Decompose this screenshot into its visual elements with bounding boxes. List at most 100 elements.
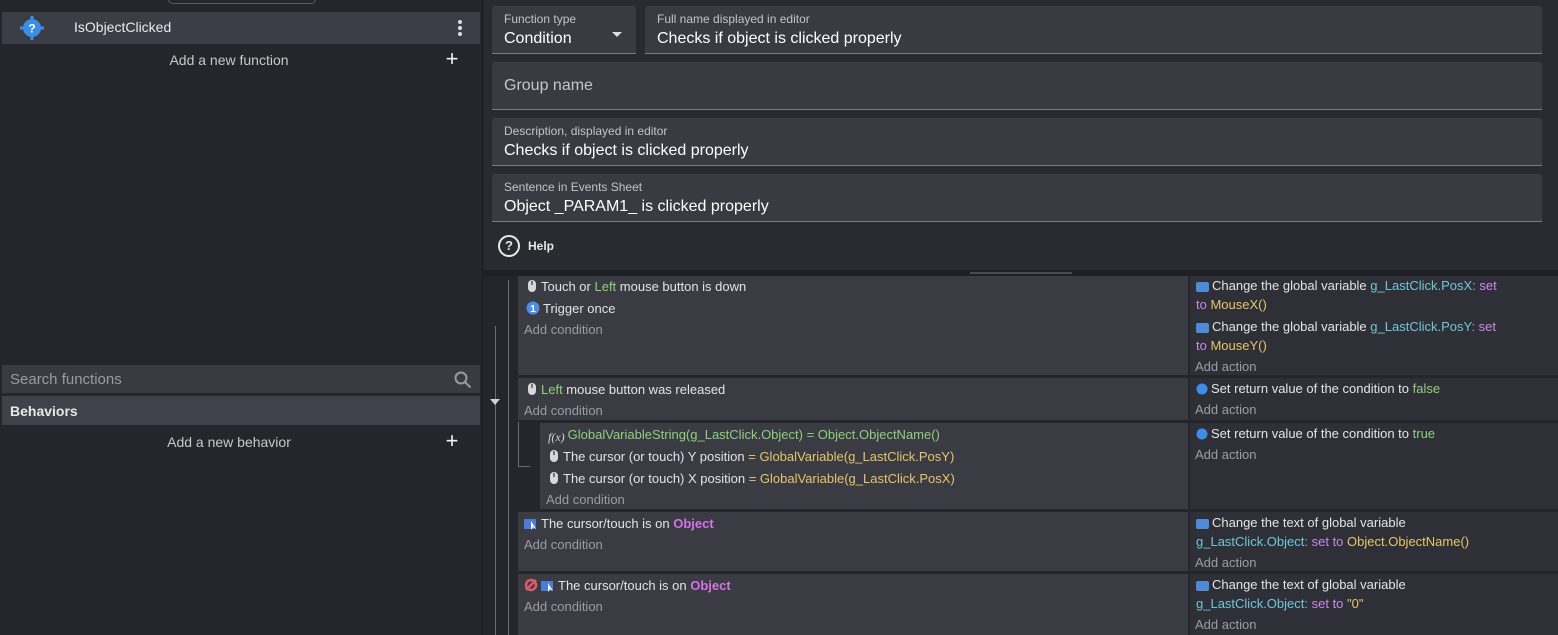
add-behavior-label[interactable]: Add a new behavior <box>0 434 458 450</box>
action-change-text-variable[interactable]: Change the text of global variable <box>1196 577 1406 592</box>
variable-icon <box>1196 581 1209 591</box>
trigger-once-icon: 1 <box>526 301 540 315</box>
action-operator: : set to <box>1304 596 1348 611</box>
condition-param[interactable]: GlobalVariable(g_LastClick.PosX) <box>760 471 955 486</box>
tree-line <box>518 466 530 467</box>
add-condition-link[interactable]: Add condition <box>546 492 625 507</box>
search-functions-field[interactable]: Search functions <box>2 365 480 393</box>
action-operator: to <box>1196 297 1211 312</box>
add-condition-link[interactable]: Add condition <box>524 322 603 337</box>
add-behavior-row[interactable]: Add a new behavior + <box>0 430 480 454</box>
svg-text:?: ? <box>28 22 35 36</box>
add-action-link[interactable]: Add action <box>1195 359 1256 374</box>
cursor-on-object-icon <box>541 581 553 592</box>
behaviors-title: Behaviors <box>10 403 78 419</box>
action-text: Change the global variable <box>1212 319 1371 334</box>
action-change-text-variable[interactable]: Change the text of global variable <box>1196 515 1406 530</box>
full-name-label: Full name displayed in editor <box>657 12 810 26</box>
variable-name[interactable]: g_LastClick.Object <box>1196 534 1304 549</box>
condition-cursor-y[interactable]: The cursor (or touch) Y position = Globa… <box>548 449 954 464</box>
condition-text: Trigger once <box>543 301 616 316</box>
functions-sidebar: ? IsObjectClicked Add a new function + S… <box>0 0 483 635</box>
add-condition-link[interactable]: Add condition <box>524 403 603 418</box>
mouse-icon <box>528 383 536 395</box>
object-param[interactable]: Object <box>673 516 713 531</box>
add-action-link[interactable]: Add action <box>1195 402 1256 417</box>
condition-param[interactable]: Object.ObjectName() <box>818 427 940 442</box>
condition-param[interactable]: Left <box>594 279 616 294</box>
invert-condition-icon <box>524 578 538 592</box>
scroll-tab <box>168 0 316 4</box>
add-condition-link[interactable]: Add condition <box>524 537 603 552</box>
condition-cursor-x[interactable]: The cursor (or touch) X position = Globa… <box>548 471 955 486</box>
object-param[interactable]: Object <box>690 578 730 593</box>
group-name-field[interactable]: Group name <box>492 62 1542 110</box>
resize-handle[interactable] <box>970 272 1072 274</box>
plus-icon[interactable]: + <box>441 48 463 70</box>
action-param[interactable]: false <box>1413 381 1440 396</box>
condition-text: Touch or <box>541 279 595 294</box>
condition-param[interactable]: GlobalVariableString(g_LastClick.Object) <box>568 427 803 442</box>
group-name-input[interactable]: Group name <box>504 77 593 95</box>
collapse-arrow-icon[interactable] <box>490 399 500 405</box>
action-param[interactable]: Object.ObjectName() <box>1347 534 1469 549</box>
condition-cursor-on-object-inverted[interactable]: The cursor/touch is on Object <box>524 578 731 593</box>
action-change-text-value[interactable]: g_LastClick.Object: set to Object.Object… <box>1196 534 1469 549</box>
function-type-select[interactable]: Function type Condition <box>492 6 636 54</box>
add-condition-link[interactable]: Add condition <box>524 599 603 614</box>
sentence-field[interactable]: Sentence in Events Sheet Object _PARAM1_… <box>492 174 1542 222</box>
condition-compare-string[interactable]: f(x) GlobalVariableString(g_LastClick.Obj… <box>548 427 940 445</box>
action-param[interactable]: true <box>1413 426 1435 441</box>
action-change-text-value[interactable]: g_LastClick.Object: set to "0" <box>1196 596 1364 611</box>
sentence-input[interactable]: Object _PARAM1_ is clicked properly <box>504 198 769 216</box>
variable-name[interactable]: g_LastClick.PosX <box>1370 278 1472 293</box>
condition-cursor-on-object[interactable]: The cursor/touch is on Object <box>524 516 714 531</box>
action-text: Change the text of global variable <box>1212 577 1406 592</box>
action-change-posx[interactable]: Change the global variable g_LastClick.P… <box>1196 278 1497 293</box>
condition-trigger-once[interactable]: 1 Trigger once <box>526 301 616 316</box>
full-name-field[interactable]: Full name displayed in editor Checks if … <box>645 6 1542 54</box>
add-action-link[interactable]: Add action <box>1195 447 1256 462</box>
condition-param[interactable]: GlobalVariable(g_LastClick.PosY) <box>759 449 954 464</box>
action-operator: : set to <box>1304 534 1348 549</box>
cursor-on-object-icon <box>524 519 536 530</box>
action-return-true[interactable]: Set return value of the condition to tru… <box>1196 426 1435 441</box>
tree-line <box>518 422 519 466</box>
action-param[interactable]: MouseY() <box>1210 338 1266 353</box>
function-type-value[interactable]: Condition <box>504 30 572 48</box>
help-icon[interactable]: ? <box>498 235 520 257</box>
variable-name[interactable]: g_LastClick.Object <box>1196 596 1304 611</box>
variable-icon <box>1196 282 1209 292</box>
function-icon: f(x) <box>548 430 565 444</box>
action-change-posy-value[interactable]: to MouseY() <box>1196 338 1267 353</box>
condition-mouse-released[interactable]: Left mouse button was released <box>526 382 725 397</box>
condition-text: The cursor (or touch) X position <box>563 471 749 486</box>
full-name-input[interactable]: Checks if object is clicked properly <box>657 30 902 48</box>
function-name: IsObjectClicked <box>74 19 172 35</box>
action-change-posx-value[interactable]: to MouseX() <box>1196 297 1267 312</box>
add-action-link[interactable]: Add action <box>1195 617 1256 632</box>
more-options-icon[interactable] <box>452 20 468 38</box>
add-action-link[interactable]: Add action <box>1195 555 1256 570</box>
action-change-posy[interactable]: Change the global variable g_LastClick.P… <box>1196 319 1496 334</box>
plus-icon[interactable]: + <box>441 430 463 452</box>
search-icon[interactable] <box>454 371 472 389</box>
condition-mouse-down[interactable]: Touch or Left mouse button is down <box>526 279 746 294</box>
add-function-row[interactable]: Add a new function + <box>0 48 480 72</box>
function-type-label: Function type <box>504 12 577 26</box>
action-param[interactable]: MouseX() <box>1210 297 1266 312</box>
search-input[interactable]: Search functions <box>10 371 122 388</box>
gear-question-icon: ? <box>20 16 44 40</box>
condition-param[interactable]: Left <box>541 382 563 397</box>
chevron-down-icon[interactable] <box>612 32 622 37</box>
description-input[interactable]: Checks if object is clicked properly <box>504 142 749 160</box>
help-label[interactable]: Help <box>528 239 554 253</box>
variable-name[interactable]: g_LastClick.PosY <box>1370 319 1471 334</box>
condition-operator: = <box>748 471 760 486</box>
condition-text: The cursor/touch is on <box>541 516 674 531</box>
action-param[interactable]: "0" <box>1347 596 1363 611</box>
description-field[interactable]: Description, displayed in editor Checks … <box>492 118 1542 166</box>
function-item-isobjectclicked[interactable]: ? IsObjectClicked <box>2 12 480 44</box>
add-function-label[interactable]: Add a new function <box>0 52 458 68</box>
action-return-false[interactable]: Set return value of the condition to fal… <box>1196 381 1440 396</box>
